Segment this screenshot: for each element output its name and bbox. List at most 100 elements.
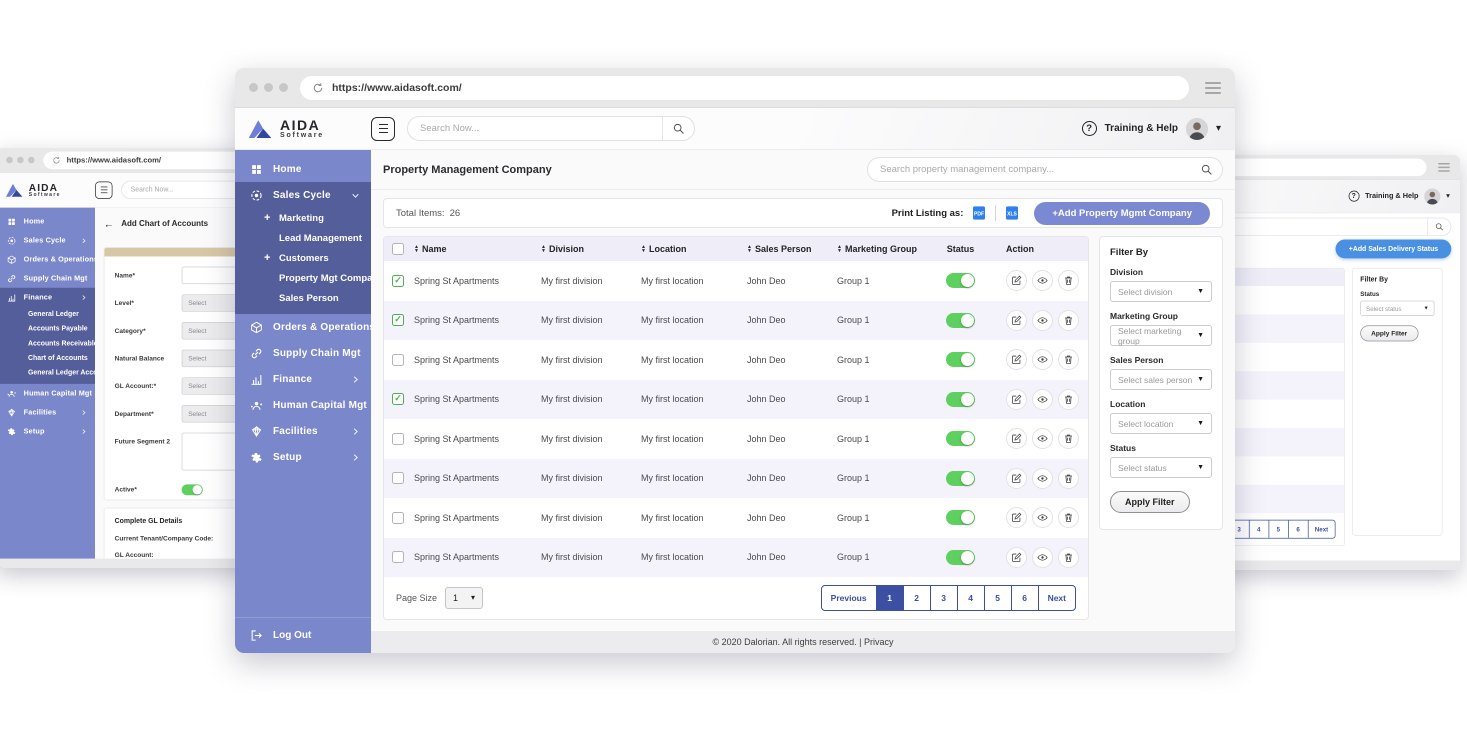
trash-button[interactable] bbox=[1058, 428, 1079, 449]
add-sales-delivery-status-button[interactable]: +Add Sales Delivery Status bbox=[1336, 239, 1452, 258]
sidebar-item-finance[interactable]: Finance bbox=[235, 366, 371, 392]
edit-button[interactable] bbox=[1006, 547, 1027, 568]
apply-filter-button[interactable]: Apply Filter bbox=[1110, 491, 1190, 513]
training-help-link[interactable]: Training & Help bbox=[1105, 123, 1178, 134]
window-zoom-button[interactable] bbox=[28, 157, 35, 164]
pagination-page-6[interactable]: 6 bbox=[1288, 520, 1308, 537]
eye-button[interactable] bbox=[1032, 468, 1053, 489]
sidebar-item-home[interactable]: Home bbox=[0, 212, 95, 231]
trash-button[interactable] bbox=[1058, 389, 1079, 410]
sidebar-item-sales-cycle[interactable]: Sales Cycle bbox=[0, 231, 95, 250]
row-checkbox[interactable]: ✓ bbox=[392, 275, 404, 287]
edit-button[interactable] bbox=[1006, 468, 1027, 489]
sidebar-item-supply-chain-mgt[interactable]: Supply Chain Mgt bbox=[0, 269, 95, 288]
eye-button[interactable] bbox=[1032, 270, 1053, 291]
pagination-page-6[interactable]: 6 bbox=[1011, 586, 1038, 610]
search-icon[interactable] bbox=[662, 117, 694, 140]
column-header-division[interactable]: ▲▼Division bbox=[541, 244, 641, 254]
sidebar-item-sales-cycle[interactable]: Sales Cycle bbox=[235, 182, 371, 208]
sidebar-item-finance[interactable]: Finance bbox=[0, 288, 95, 307]
logout-button[interactable]: Log Out bbox=[235, 617, 371, 653]
sidebar-item-supply-chain-mgt[interactable]: Supply Chain Mgt bbox=[235, 340, 371, 366]
training-help-link[interactable]: Training & Help bbox=[1365, 192, 1418, 200]
user-menu-caret-icon[interactable] bbox=[1216, 124, 1221, 134]
sidebar-subitem-sales-person[interactable]: Sales Person bbox=[235, 288, 371, 308]
eye-button[interactable] bbox=[1032, 547, 1053, 568]
trash-button[interactable] bbox=[1058, 547, 1079, 568]
sidebar-item-orders-operations[interactable]: Orders & Operations bbox=[235, 314, 371, 340]
window-close-button[interactable] bbox=[6, 157, 13, 164]
pagination-page-5[interactable]: 5 bbox=[984, 586, 1011, 610]
window-close-button[interactable] bbox=[249, 83, 258, 92]
reload-icon[interactable] bbox=[312, 82, 324, 94]
column-header-marketing-group[interactable]: ▲▼Marketing Group bbox=[837, 244, 927, 254]
page-size-select[interactable]: 1 bbox=[445, 587, 483, 609]
window-minimize-button[interactable] bbox=[264, 83, 273, 92]
eye-button[interactable] bbox=[1032, 428, 1053, 449]
sidebar-item-setup[interactable]: Setup bbox=[0, 422, 95, 441]
eye-button[interactable] bbox=[1032, 507, 1053, 528]
row-checkbox[interactable] bbox=[392, 551, 404, 563]
active-toggle[interactable] bbox=[182, 484, 203, 495]
address-bar[interactable]: https://www.aidasoft.com/ bbox=[300, 76, 1189, 100]
row-checkbox[interactable] bbox=[392, 512, 404, 524]
status-toggle[interactable] bbox=[946, 431, 975, 446]
search-input[interactable] bbox=[868, 164, 1190, 175]
row-checkbox[interactable] bbox=[392, 354, 404, 366]
pagination-page-4[interactable]: 4 bbox=[1249, 520, 1269, 537]
edit-button[interactable] bbox=[1006, 349, 1027, 370]
eye-button[interactable] bbox=[1032, 389, 1053, 410]
sidebar-toggle-button[interactable] bbox=[371, 117, 395, 141]
filter-select-division[interactable]: Select division▼ bbox=[1110, 281, 1212, 302]
filter-select-location[interactable]: Select location▼ bbox=[1110, 413, 1212, 434]
sidebar-subitem-general-ledger-account[interactable]: General Ledger Account bbox=[0, 365, 95, 380]
sidebar-subitem-customers[interactable]: +Customers bbox=[235, 248, 371, 268]
window-zoom-button[interactable] bbox=[279, 83, 288, 92]
pagination-next[interactable]: Next bbox=[1308, 520, 1335, 537]
column-header-sales-person[interactable]: ▲▼Sales Person bbox=[747, 244, 837, 254]
sidebar-item-setup[interactable]: Setup bbox=[235, 444, 371, 470]
trash-button[interactable] bbox=[1058, 349, 1079, 370]
browser-menu-icon[interactable] bbox=[1438, 163, 1450, 172]
select-all-checkbox[interactable] bbox=[392, 243, 404, 255]
pagination-page-4[interactable]: 4 bbox=[957, 586, 984, 610]
user-avatar[interactable] bbox=[1424, 188, 1440, 204]
trash-button[interactable] bbox=[1058, 507, 1079, 528]
pagination-page-5[interactable]: 5 bbox=[1268, 520, 1288, 537]
sidebar-item-orders-operations[interactable]: Orders & Operations bbox=[0, 250, 95, 269]
sidebar-subitem-accounts-payable[interactable]: Accounts Payable bbox=[0, 321, 95, 336]
filter-select-status[interactable]: Select status▼ bbox=[1110, 457, 1212, 478]
sidebar-subitem-property-mgt-company[interactable]: Property Mgt Company bbox=[235, 268, 371, 288]
column-header-location[interactable]: ▲▼Location bbox=[641, 244, 747, 254]
eye-button[interactable] bbox=[1032, 310, 1053, 331]
pagination-page-2[interactable]: 2 bbox=[903, 586, 930, 610]
edit-button[interactable] bbox=[1006, 428, 1027, 449]
status-toggle[interactable] bbox=[946, 273, 975, 288]
row-checkbox[interactable] bbox=[392, 472, 404, 484]
status-toggle[interactable] bbox=[946, 352, 975, 367]
export-pdf-icon[interactable]: PDF bbox=[971, 205, 987, 221]
row-checkbox[interactable] bbox=[392, 433, 404, 445]
sidebar-item-human-capital-mgt[interactable]: Human Capital Mgt bbox=[235, 392, 371, 418]
help-icon[interactable] bbox=[1348, 191, 1359, 202]
back-arrow-icon[interactable] bbox=[104, 219, 114, 229]
sidebar-subitem-chart-of-accounts[interactable]: Chart of Accounts bbox=[0, 350, 95, 365]
edit-button[interactable] bbox=[1006, 310, 1027, 331]
column-header-name[interactable]: ▲▼Name bbox=[414, 244, 541, 254]
sidebar-item-human-capital-mgt[interactable]: Human Capital Mgt bbox=[0, 384, 95, 403]
add-property-mgmt-company-button[interactable]: +Add Property Mgmt Company bbox=[1034, 202, 1210, 225]
sidebar-subitem-accounts-receivables[interactable]: Accounts Receivables bbox=[0, 336, 95, 351]
sidebar-subitem-general-ledger[interactable]: General Ledger bbox=[0, 307, 95, 322]
row-checkbox[interactable]: ✓ bbox=[392, 393, 404, 405]
status-toggle[interactable] bbox=[946, 550, 975, 565]
reload-icon[interactable] bbox=[52, 156, 61, 165]
sidebar-toggle-button[interactable] bbox=[95, 181, 112, 198]
sidebar-item-home[interactable]: Home bbox=[235, 156, 371, 182]
sidebar-subitem-marketing[interactable]: +Marketing bbox=[235, 208, 371, 228]
search-input[interactable] bbox=[408, 123, 662, 134]
pagination-next[interactable]: Next bbox=[1038, 586, 1075, 610]
browser-menu-icon[interactable] bbox=[1205, 82, 1221, 94]
apply-filter-button[interactable]: Apply Filter bbox=[1360, 325, 1418, 341]
trash-button[interactable] bbox=[1058, 468, 1079, 489]
trash-button[interactable] bbox=[1058, 270, 1079, 291]
